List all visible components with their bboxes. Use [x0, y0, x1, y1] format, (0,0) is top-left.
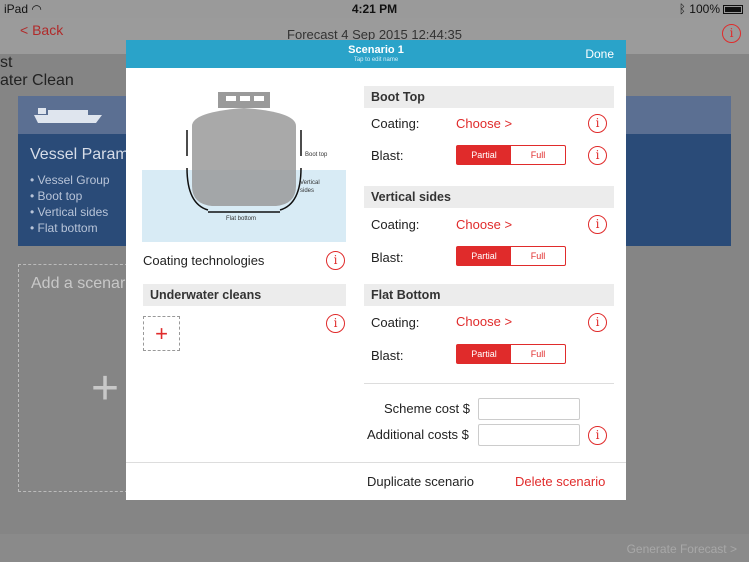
bluetooth-icon: ᛒ — [678, 2, 686, 16]
partial-option[interactable]: Partial — [457, 247, 511, 265]
vessel-item: Vessel Group — [30, 172, 110, 188]
vessel-title: Vessel Param — [30, 146, 129, 163]
vertical-sides-coating-label: Coating: — [371, 217, 420, 232]
flat-bottom-blast-label: Blast: — [371, 348, 404, 363]
coating-technologies-label: Coating technologies — [143, 253, 265, 268]
boot-top-blast-label: Blast: — [371, 148, 404, 163]
boot-top-choose-button[interactable]: Choose > — [456, 116, 512, 131]
vertical-sides-blast-toggle: Partial Full — [456, 246, 566, 266]
vessel-item: Boot top — [30, 188, 110, 204]
delete-scenario-button[interactable]: Delete scenario — [515, 474, 605, 489]
flat-bottom-header: Flat Bottom — [364, 284, 614, 306]
done-button[interactable]: Done — [585, 47, 614, 61]
additional-costs-label: Additional costs $ — [367, 427, 469, 442]
status-time: 4:21 PM — [351, 2, 398, 16]
vertical-sides-label-1: Vertical — [300, 180, 320, 186]
underwater-cleans-info-icon[interactable]: i — [326, 314, 345, 333]
boot-top-header: Boot Top — [364, 86, 614, 108]
boot-top-label: Boot top — [305, 152, 328, 158]
scenario-title[interactable]: Scenario 1 — [126, 44, 626, 56]
bottom-bar: Generate Forecast > — [0, 534, 749, 562]
vertical-sides-coating-info-icon[interactable]: i — [588, 215, 607, 234]
scheme-cost-label: Scheme cost $ — [384, 401, 470, 416]
coating-technologies-info-icon[interactable]: i — [326, 251, 345, 270]
modal-header: Scenario 1 Tap to edit name Done — [126, 40, 626, 68]
flat-bottom-coating-info-icon[interactable]: i — [588, 313, 607, 332]
battery-icon — [723, 5, 743, 15]
chevron-right-icon: > — [504, 314, 513, 329]
vessel-list: Vessel Group Boot top Vertical sides Fla… — [30, 172, 110, 236]
flat-bottom-choose-button[interactable]: Choose > — [456, 314, 512, 329]
boot-top-coating-info-icon[interactable]: i — [588, 114, 607, 133]
partial-option[interactable]: Partial — [457, 146, 511, 164]
vessel-item: Flat bottom — [30, 220, 110, 236]
plus-icon: + — [91, 362, 120, 415]
boot-top-blast-info-icon[interactable]: i — [588, 146, 607, 165]
vertical-sides-choose-button[interactable]: Choose > — [456, 217, 512, 232]
scenario-subtitle: Tap to edit name — [353, 57, 399, 63]
add-scenario-label: Add a scenar — [31, 275, 126, 292]
additional-costs-input[interactable] — [478, 424, 580, 446]
full-option[interactable]: Full — [511, 247, 565, 265]
nav-info-icon[interactable]: i — [722, 24, 741, 43]
generate-forecast-button[interactable]: Generate Forecast > — [627, 542, 737, 556]
vertical-sides-blast-label: Blast: — [371, 250, 404, 265]
footer-divider — [126, 462, 626, 463]
divider — [364, 383, 614, 384]
chevron-right-icon: > — [504, 116, 513, 131]
add-underwater-clean-button[interactable]: + — [143, 316, 180, 351]
vertical-sides-header: Vertical sides — [364, 186, 614, 208]
chevron-right-icon: > — [504, 217, 513, 232]
flat-bottom-coating-label: Coating: — [371, 315, 420, 330]
vessel-item: Vertical sides — [30, 204, 110, 220]
hull-diagram: Boot top Vertical sides Flat bottom — [142, 92, 346, 242]
boot-top-blast-toggle: Partial Full — [456, 145, 566, 165]
boot-top-coating-label: Coating: — [371, 116, 420, 131]
status-bar: iPad ◠ 4:21 PM ᛒ 100% — [0, 0, 749, 18]
chevron-right-icon: > — [729, 542, 737, 556]
duplicate-scenario-button[interactable]: Duplicate scenario — [367, 474, 474, 489]
flat-bottom-label: Flat bottom — [226, 216, 256, 222]
add-scenario-card[interactable]: Add a scenar + — [18, 264, 128, 492]
status-right: ᛒ 100% — [679, 2, 743, 16]
full-option[interactable]: Full — [511, 146, 565, 164]
underwater-cleans-header: Underwater cleans — [143, 284, 346, 306]
partial-option[interactable]: Partial — [457, 345, 511, 363]
flat-bottom-blast-toggle: Partial Full — [456, 344, 566, 364]
scheme-cost-input[interactable] — [478, 398, 580, 420]
full-option[interactable]: Full — [511, 345, 565, 363]
additional-costs-info-icon[interactable]: i — [588, 426, 607, 445]
vertical-sides-label-2: sides — [300, 188, 314, 194]
scenario-modal: Scenario 1 Tap to edit name Done Boot to… — [126, 40, 626, 500]
ship-icon — [34, 108, 102, 123]
